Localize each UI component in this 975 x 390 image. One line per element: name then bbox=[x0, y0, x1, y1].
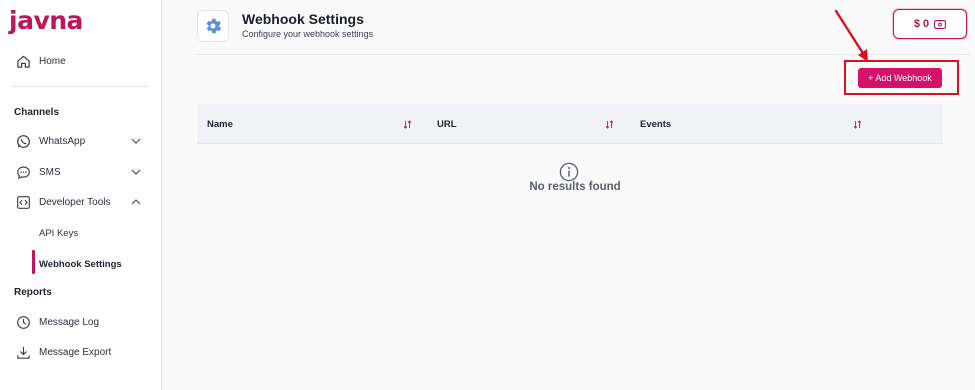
info-icon bbox=[559, 162, 579, 182]
chevron-up-icon[interactable] bbox=[130, 196, 142, 208]
nav-webhook-settings[interactable]: Webhook Settings bbox=[39, 259, 122, 270]
section-channels: Channels bbox=[14, 107, 60, 118]
balance-amount: $ 0 bbox=[913, 18, 930, 30]
page-subtitle: Configure your webhook settings bbox=[242, 29, 374, 39]
nav-developer-tools[interactable]: Developer Tools bbox=[14, 192, 146, 212]
code-icon bbox=[14, 193, 32, 211]
nav-message-export[interactable]: Message Export bbox=[14, 342, 146, 362]
nav-sms[interactable]: SMS bbox=[14, 162, 146, 182]
sort-icon[interactable] bbox=[853, 120, 862, 129]
balance-button[interactable]: $ 0 bbox=[893, 9, 967, 39]
sidebar: javna Home Channels WhatsApp SMS Develop… bbox=[0, 0, 162, 390]
nav-developer-tools-label: Developer Tools bbox=[39, 196, 111, 208]
page-title: Webhook Settings bbox=[242, 11, 364, 27]
nav-whatsapp[interactable]: WhatsApp bbox=[14, 131, 146, 151]
active-indicator bbox=[32, 250, 35, 274]
table-header: Name URL Events bbox=[197, 104, 943, 144]
nav-sms-label: SMS bbox=[39, 166, 61, 178]
clock-icon bbox=[14, 313, 32, 331]
column-url[interactable]: URL bbox=[437, 119, 457, 130]
empty-state-message: No results found bbox=[529, 181, 621, 193]
chevron-down-icon[interactable] bbox=[130, 166, 142, 178]
app-logo[interactable]: javna bbox=[9, 6, 83, 35]
sort-icon[interactable] bbox=[403, 120, 412, 129]
sidebar-divider bbox=[12, 86, 148, 87]
nav-home-label: Home bbox=[39, 55, 66, 67]
nav-message-log[interactable]: Message Log bbox=[14, 312, 146, 332]
column-events[interactable]: Events bbox=[640, 119, 671, 130]
nav-whatsapp-label: WhatsApp bbox=[39, 135, 86, 147]
nav-message-log-label: Message Log bbox=[39, 316, 100, 328]
annotation-arrow bbox=[834, 9, 868, 62]
home-icon bbox=[14, 52, 32, 70]
nav-message-export-label: Message Export bbox=[39, 346, 112, 358]
nav-home[interactable]: Home bbox=[14, 51, 146, 71]
sms-icon bbox=[14, 163, 32, 181]
nav-api-keys[interactable]: API Keys bbox=[39, 228, 78, 239]
column-name[interactable]: Name bbox=[207, 119, 233, 130]
chevron-down-icon[interactable] bbox=[130, 135, 142, 147]
wallet-icon bbox=[934, 19, 947, 29]
add-webhook-button[interactable]: + Add Webhook bbox=[858, 68, 942, 88]
download-icon bbox=[14, 343, 32, 361]
section-reports: Reports bbox=[14, 287, 52, 298]
gear-icon bbox=[197, 10, 229, 42]
whatsapp-icon bbox=[14, 132, 32, 150]
sort-icon[interactable] bbox=[605, 120, 614, 129]
